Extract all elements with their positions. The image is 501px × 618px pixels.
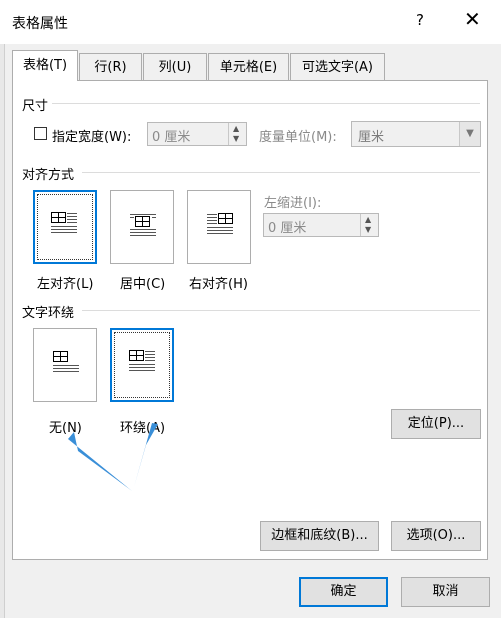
align-left-option[interactable]	[33, 190, 97, 264]
preferred-width-stepper[interactable]: 0 厘米 ▲ ▼	[147, 122, 247, 146]
button-label: 确定	[330, 584, 357, 599]
measure-in-select[interactable]: 厘米 ▼	[351, 121, 481, 147]
chevron-down-icon[interactable]: ▼	[233, 135, 239, 143]
dialog-title: 表格属性	[12, 16, 68, 32]
table-no-wrap-icon	[53, 351, 79, 372]
stepper-buttons[interactable]: ▲ ▼	[228, 123, 246, 145]
tab-table[interactable]: 表格(T)	[12, 50, 78, 81]
group-title-alignment: 对齐方式	[22, 168, 75, 183]
tab-alt-text[interactable]: 可选文字(A)	[290, 53, 385, 80]
tab-label: 列(U)	[158, 60, 192, 75]
table-align-left-icon	[51, 212, 77, 233]
group-divider	[52, 103, 480, 104]
options-button[interactable]: 选项(O)...	[391, 521, 481, 551]
button-label: 定位(P)...	[407, 416, 465, 431]
measure-in-value: 厘米	[358, 130, 385, 145]
align-right-option[interactable]	[187, 190, 251, 264]
tab-label: 行(R)	[94, 60, 127, 75]
tab-cell[interactable]: 单元格(E)	[208, 53, 289, 80]
tab-row[interactable]: 行(R)	[79, 53, 142, 80]
group-title-size: 尺寸	[22, 99, 49, 114]
help-button[interactable]: ?	[416, 11, 424, 29]
group-title-text-wrapping: 文字环绕	[22, 306, 75, 321]
chevron-up-icon[interactable]: ▲	[365, 216, 371, 224]
wrap-none-option[interactable]	[33, 328, 97, 402]
align-left-label: 左对齐(L)	[37, 277, 94, 292]
preferred-width-label: 指定宽度(W):	[52, 130, 132, 145]
group-divider	[82, 310, 480, 311]
table-wrap-around-icon	[129, 350, 155, 371]
group-divider	[82, 172, 480, 173]
cancel-button[interactable]: 取消	[401, 577, 490, 607]
preferred-width-checkbox[interactable]	[34, 127, 47, 140]
chevron-down-icon[interactable]: ▼	[365, 226, 371, 234]
arrow-shape	[68, 432, 132, 491]
arrow-shape	[134, 423, 158, 487]
measure-in-label: 度量单位(M):	[259, 130, 337, 145]
indent-from-left-value: 0 厘米	[268, 221, 307, 236]
wrap-around-option[interactable]	[110, 328, 174, 402]
button-label: 选项(O)...	[406, 528, 466, 543]
table-align-center-icon	[130, 214, 156, 236]
tab-label: 可选文字(A)	[301, 60, 374, 75]
indent-from-left-label: 左缩进(I):	[264, 196, 322, 211]
align-center-option[interactable]	[110, 190, 174, 264]
button-label: 边框和底纹(B)...	[271, 528, 368, 543]
annotation-arrows	[68, 423, 158, 491]
chevron-down-icon[interactable]: ▼	[459, 122, 480, 146]
chevron-up-icon[interactable]: ▲	[233, 125, 239, 133]
close-button[interactable]: ✕	[464, 7, 481, 31]
borders-and-shading-button[interactable]: 边框和底纹(B)...	[260, 521, 379, 551]
table-align-right-icon	[207, 213, 233, 234]
tab-label: 表格(T)	[22, 58, 68, 73]
tab-column[interactable]: 列(U)	[143, 53, 207, 80]
positioning-button[interactable]: 定位(P)...	[391, 409, 481, 439]
tab-label: 单元格(E)	[219, 60, 278, 75]
ok-button[interactable]: 确定	[299, 577, 388, 607]
stepper-buttons[interactable]: ▲ ▼	[360, 214, 378, 236]
title-bar: 表格属性 ? ✕	[0, 0, 501, 44]
align-center-label: 居中(C)	[120, 277, 166, 292]
button-label: 取消	[432, 584, 459, 599]
align-right-label: 右对齐(H)	[189, 277, 248, 292]
indent-from-left-stepper[interactable]: 0 厘米 ▲ ▼	[263, 213, 379, 237]
preferred-width-value: 0 厘米	[152, 130, 191, 145]
